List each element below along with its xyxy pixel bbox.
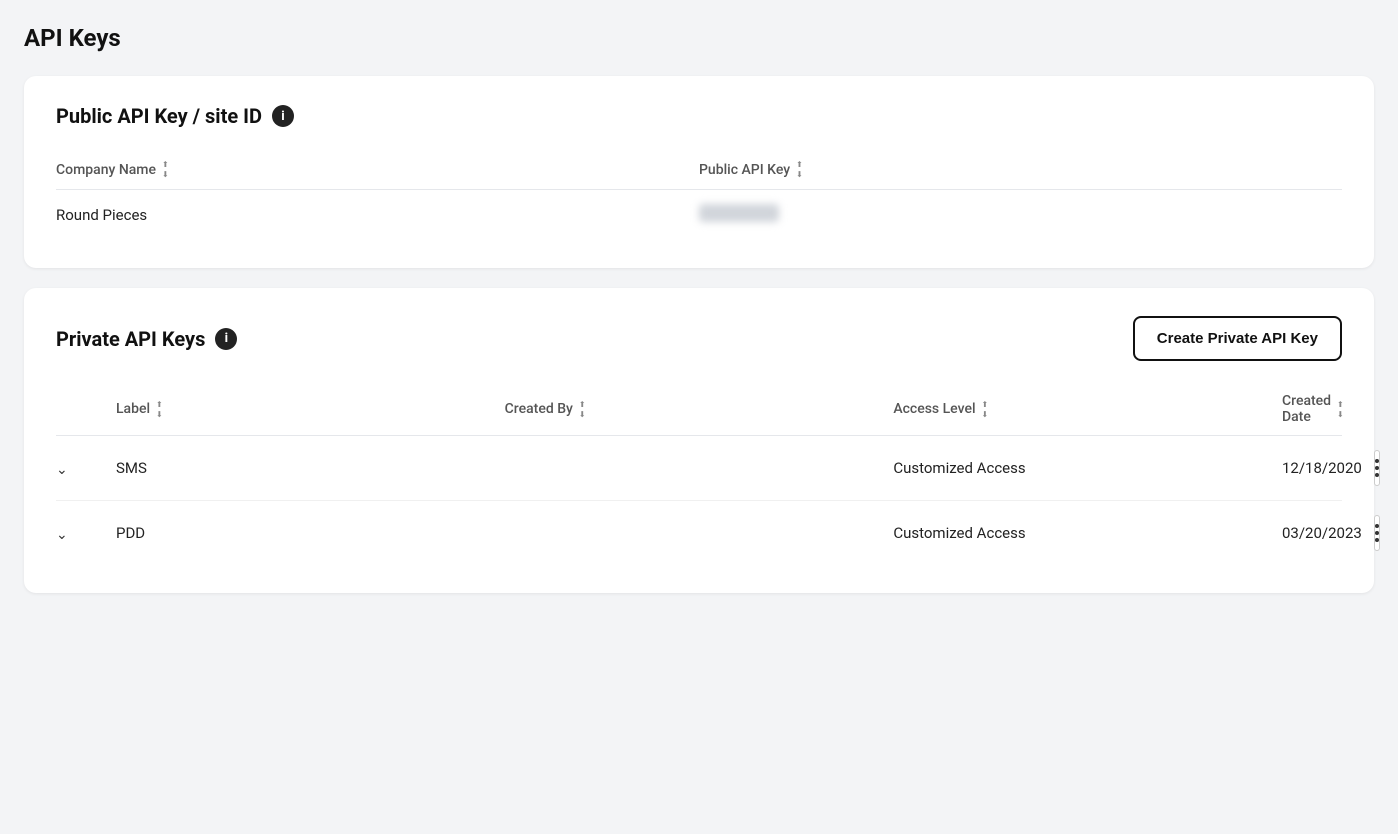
row-sms-access-level: Customized Access — [893, 459, 1282, 477]
col-label[interactable]: Label — [116, 400, 505, 419]
private-table-header: Label Created By Access Level Created Da… — [56, 385, 1342, 436]
col-public-api-key-label: Public API Key — [699, 162, 790, 178]
private-card-header: Private API Keys i Create Private API Ke… — [56, 316, 1342, 361]
row-sms-label: SMS — [116, 459, 505, 477]
sort-label-icon[interactable] — [156, 400, 163, 419]
private-api-keys-card: Private API Keys i Create Private API Ke… — [24, 288, 1374, 593]
row-pdd-access-level: Customized Access — [893, 524, 1282, 542]
private-title-group: Private API Keys i — [56, 327, 237, 351]
col-label-text: Label — [116, 401, 150, 417]
private-card-title: Private API Keys — [56, 327, 205, 351]
col-created-date-text: Created Date — [1282, 393, 1331, 425]
col-company-name[interactable]: Company Name — [56, 160, 699, 179]
sort-created-date-icon[interactable] — [1337, 400, 1344, 419]
public-table-header: Company Name Public API Key — [56, 152, 1342, 190]
public-info-icon[interactable]: i — [272, 105, 294, 127]
more-dots-icon — [1375, 524, 1379, 542]
more-dots-icon — [1375, 459, 1379, 477]
col-public-api-key[interactable]: Public API Key — [699, 160, 1342, 179]
private-info-icon[interactable]: i — [215, 328, 237, 350]
col-created-by-text: Created By — [505, 401, 573, 417]
public-card-header: Public API Key / site ID i — [56, 104, 1342, 128]
row-pdd-more-button[interactable] — [1374, 515, 1380, 551]
public-api-key-cell — [699, 204, 1342, 226]
blurred-api-key — [699, 204, 779, 222]
row-sms-date-actions: 12/18/2020 — [1282, 450, 1342, 486]
chevron-down-icon[interactable]: ⌄ — [56, 527, 68, 543]
col-created-date[interactable]: Created Date — [1282, 393, 1342, 425]
company-name-cell: Round Pieces — [56, 206, 699, 224]
row-sms-chevron[interactable]: ⌄ — [56, 459, 116, 478]
sort-public-api-key-icon[interactable] — [796, 160, 803, 179]
public-card-title: Public API Key / site ID — [56, 104, 262, 128]
sort-access-level-icon[interactable] — [982, 400, 989, 419]
col-created-by[interactable]: Created By — [505, 400, 894, 419]
col-company-name-label: Company Name — [56, 162, 156, 178]
chevron-down-icon[interactable]: ⌄ — [56, 462, 68, 478]
row-pdd-created-date: 03/20/2023 — [1282, 524, 1362, 542]
public-api-key-card: Public API Key / site ID i Company Name … — [24, 76, 1374, 268]
row-sms-created-date: 12/18/2020 — [1282, 459, 1362, 477]
row-pdd-date-actions: 03/20/2023 — [1282, 515, 1342, 551]
row-pdd-label: PDD — [116, 524, 505, 542]
page-title: API Keys — [24, 24, 1374, 52]
private-api-table: Label Created By Access Level Created Da… — [56, 385, 1342, 565]
private-table-row: ⌄ SMS Customized Access 12/18/2020 — [56, 436, 1342, 501]
create-private-api-key-button[interactable]: Create Private API Key — [1133, 316, 1342, 361]
private-table-row: ⌄ PDD Customized Access 03/20/2023 — [56, 501, 1342, 565]
col-access-level-text: Access Level — [893, 401, 975, 417]
sort-created-by-icon[interactable] — [579, 400, 586, 419]
public-table-row: Round Pieces — [56, 190, 1342, 240]
col-access-level[interactable]: Access Level — [893, 400, 1282, 419]
row-sms-more-button[interactable] — [1374, 450, 1380, 486]
public-api-table: Company Name Public API Key Round Pieces — [56, 152, 1342, 240]
sort-company-name-icon[interactable] — [162, 160, 169, 179]
row-pdd-chevron[interactable]: ⌄ — [56, 524, 116, 543]
